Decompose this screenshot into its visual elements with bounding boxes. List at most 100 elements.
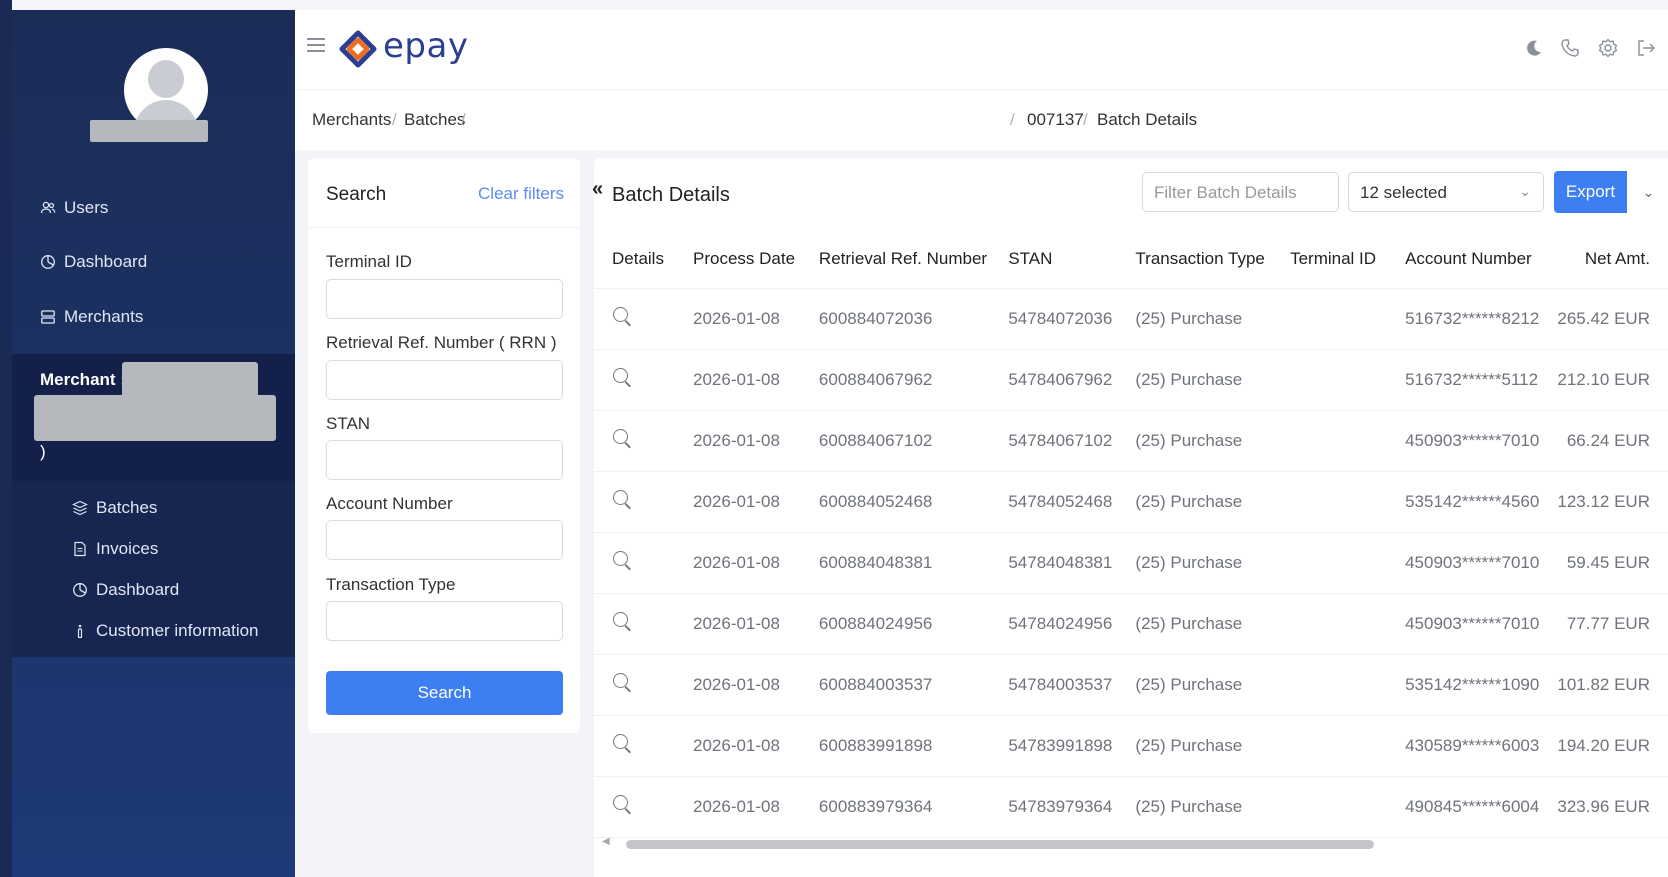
view-details-search-icon[interactable] xyxy=(612,733,632,753)
cell-net-amount: 194.20 EUR xyxy=(1539,715,1668,777)
sidebar-item-merchant-dashboard[interactable]: Dashboard xyxy=(72,577,179,603)
account-number-field[interactable] xyxy=(326,520,563,560)
terminal-id-label: Terminal ID xyxy=(326,252,412,271)
sidebar-item-dashboard[interactable]: Dashboard xyxy=(40,249,147,275)
view-details-search-icon[interactable] xyxy=(612,794,632,814)
table-row[interactable]: 2026-01-08 600884067962 54784067962 (25) Pu… xyxy=(594,349,1668,411)
details-cell xyxy=(594,776,675,838)
sidebar-item-users[interactable]: Users xyxy=(40,195,108,221)
panel-title: Batch Details xyxy=(612,184,730,206)
stan-field[interactable] xyxy=(326,440,563,480)
column-select-dropdown[interactable]: 12 selected ⌄ xyxy=(1348,172,1544,212)
cell-process-date: 2026-01-08 xyxy=(675,776,801,838)
moon-icon[interactable] xyxy=(1523,38,1545,60)
cell-rrn: 600883991898 xyxy=(800,715,991,777)
horizontal-scrollbar[interactable]: ◀ xyxy=(602,836,1668,849)
table-row[interactable]: 2026-01-08 600884048381 54784048381 (25) Pu… xyxy=(594,532,1668,594)
breadcrumb-merchants[interactable]: Merchants xyxy=(312,110,391,130)
cell-net-amount: 66.24 EUR xyxy=(1539,410,1668,472)
cell-stan: 54784048381 xyxy=(990,532,1118,594)
cell-transaction-type: (25) Purchase xyxy=(1117,288,1273,350)
top-bar: epay xyxy=(295,10,1668,90)
sidebar-item-batches[interactable]: Batches xyxy=(72,495,157,521)
account-number-label: Account Number xyxy=(326,494,453,513)
cell-terminal-id xyxy=(1272,471,1388,533)
table-row[interactable]: 2026-01-08 600884052468 54784052468 (25) Pu… xyxy=(594,471,1668,533)
cell-stan: 54783991898 xyxy=(990,715,1118,777)
collapse-panel-icon[interactable]: « xyxy=(592,178,603,201)
table-row[interactable]: 2026-01-08 600884072036 54784072036 (25) Pu… xyxy=(594,288,1668,350)
user-name-redacted xyxy=(90,120,208,142)
column-header-account-number[interactable]: Account Number xyxy=(1387,230,1540,289)
sidebar-item-customer-information[interactable]: Customer information xyxy=(72,618,259,644)
batch-details-table: Details Process Date Retrieval Ref. Numb… xyxy=(594,230,1668,838)
cell-stan: 54784052468 xyxy=(990,471,1118,533)
breadcrumb-batches[interactable]: Batches xyxy=(404,110,465,130)
view-details-search-icon[interactable] xyxy=(612,489,632,509)
breadcrumb-separator: / xyxy=(1010,110,1015,129)
table-row[interactable]: 2026-01-08 600884067102 54784067102 (25) Pu… xyxy=(594,410,1668,472)
terminal-id-field[interactable] xyxy=(326,279,563,319)
breadcrumb-separator: / xyxy=(1083,110,1088,129)
rrn-field[interactable] xyxy=(326,360,563,400)
scrollbar-thumb[interactable] xyxy=(626,840,1374,849)
merchant-context[interactable]: Merchant : ) xyxy=(12,354,295,481)
stan-label: STAN xyxy=(326,414,371,433)
filter-batch-details-input[interactable]: Filter Batch Details xyxy=(1142,172,1339,212)
column-header-details[interactable]: Details xyxy=(594,230,675,289)
view-details-search-icon[interactable] xyxy=(612,550,632,570)
cell-transaction-type: (25) Purchase xyxy=(1117,776,1273,838)
sidebar-item-merchants[interactable]: Merchants xyxy=(40,304,143,330)
cell-process-date: 2026-01-08 xyxy=(675,288,801,350)
cell-stan: 54784067962 xyxy=(990,349,1118,411)
logout-icon[interactable] xyxy=(1635,38,1657,60)
cell-terminal-id xyxy=(1272,654,1388,716)
scroll-left-icon[interactable]: ◀ xyxy=(602,836,610,847)
transaction-type-field[interactable] xyxy=(326,601,563,641)
breadcrumb-separator: / xyxy=(392,110,397,129)
view-details-search-icon[interactable] xyxy=(612,672,632,692)
logo-text: epay xyxy=(383,26,469,66)
sidebar: Users Dashboard Merchants Merchant : ) B… xyxy=(12,10,295,877)
details-cell xyxy=(594,288,675,350)
view-details-search-icon[interactable] xyxy=(612,428,632,448)
breadcrumb-current: Batch Details xyxy=(1097,110,1198,129)
column-header-net-amount[interactable]: Net Amt. xyxy=(1539,230,1668,289)
column-header-terminal-id[interactable]: Terminal ID xyxy=(1272,230,1388,289)
transaction-type-label: Transaction Type xyxy=(326,575,456,594)
hamburger-menu-icon[interactable] xyxy=(307,38,325,54)
view-details-search-icon[interactable] xyxy=(612,306,632,326)
column-header-process-date[interactable]: Process Date xyxy=(675,230,801,289)
cell-account-number: 450903******7010 xyxy=(1387,593,1540,655)
phone-icon[interactable] xyxy=(1559,38,1581,60)
sidebar-item-invoices[interactable]: Invoices xyxy=(72,536,158,562)
cell-stan: 54784072036 xyxy=(990,288,1118,350)
details-cell xyxy=(594,471,675,533)
view-details-search-icon[interactable] xyxy=(612,611,632,631)
details-cell xyxy=(594,532,675,594)
cell-net-amount: 77.77 EUR xyxy=(1539,593,1668,655)
table-row[interactable]: 2026-01-08 600883979364 54783979364 (25) Pu… xyxy=(594,776,1668,838)
table-row[interactable]: 2026-01-08 600884024956 54784024956 (25) Pu… xyxy=(594,593,1668,655)
rrn-label: Retrieval Ref. Number ( RRN ) xyxy=(326,333,557,352)
search-title: Search xyxy=(326,184,387,205)
sidebar-item-label: Invoices xyxy=(96,539,159,558)
view-details-search-icon[interactable] xyxy=(612,367,632,387)
search-button[interactable]: Search xyxy=(326,671,563,715)
cell-transaction-type: (25) Purchase xyxy=(1117,471,1273,533)
column-header-rrn[interactable]: Retrieval Ref. Number xyxy=(800,230,991,289)
cell-stan: 54783979364 xyxy=(990,776,1118,838)
export-button[interactable]: Export xyxy=(1554,171,1627,213)
batches-icon xyxy=(72,500,88,516)
table-row[interactable]: 2026-01-08 600883991898 54783991898 (25) Pu… xyxy=(594,715,1668,777)
breadcrumb-batch-number[interactable]: 007137 xyxy=(1027,110,1084,130)
clear-filters-link[interactable]: Clear filters xyxy=(478,184,564,204)
table-row[interactable]: 2026-01-08 600884003537 54784003537 (25) Pu… xyxy=(594,654,1668,716)
cell-rrn: 600884067102 xyxy=(800,410,991,472)
cell-account-number: 535142******1090 xyxy=(1387,654,1540,716)
gear-icon[interactable] xyxy=(1597,38,1619,60)
column-header-stan[interactable]: STAN xyxy=(990,230,1118,289)
column-header-transaction-type[interactable]: Transaction Type xyxy=(1117,230,1273,289)
merchant-label-close: ) xyxy=(40,442,46,461)
export-options-chevron-down-icon[interactable]: ⌄ xyxy=(1629,171,1668,213)
